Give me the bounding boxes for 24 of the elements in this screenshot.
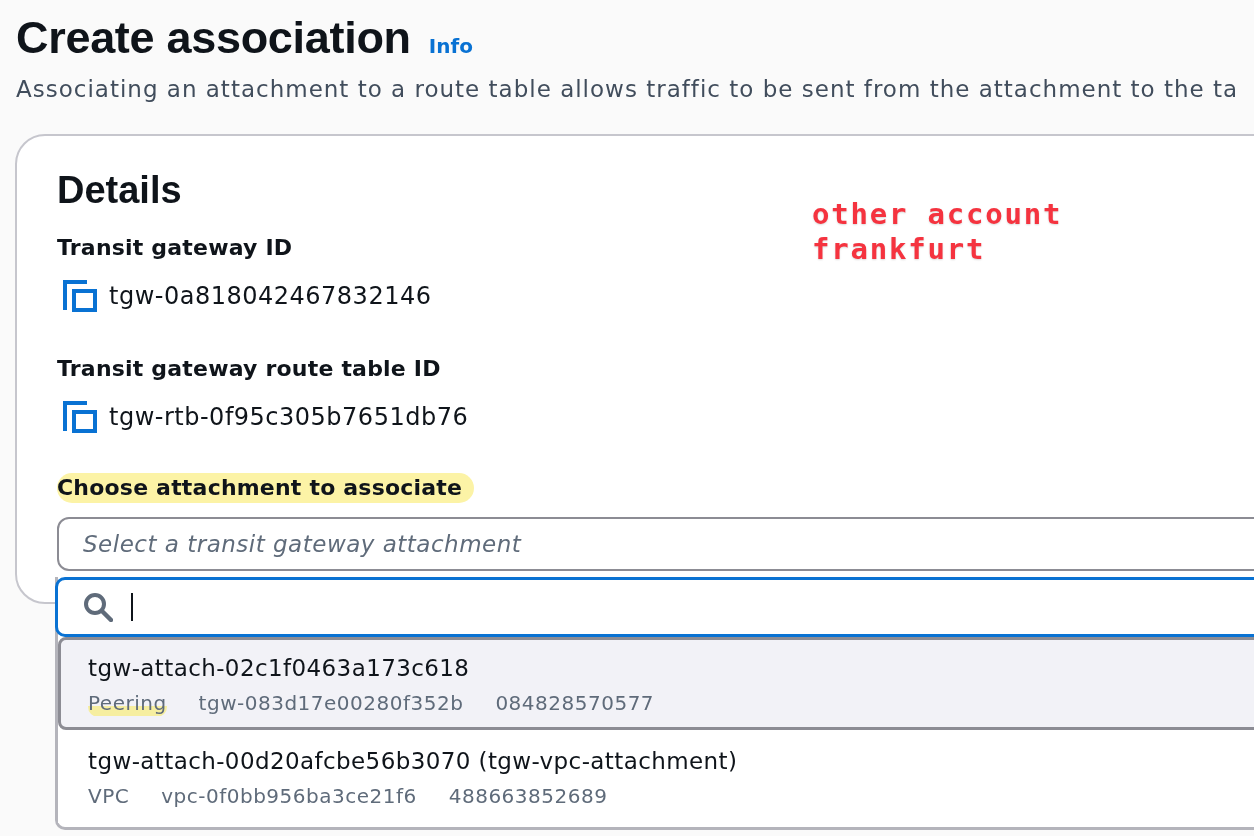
option-detail: 084828570577 bbox=[495, 690, 655, 717]
field-label: Choose attachment to associate bbox=[57, 473, 475, 503]
info-link[interactable]: Info bbox=[428, 34, 473, 58]
option-detail: VPC bbox=[88, 783, 130, 810]
select-field[interactable]: Select a transit gateway attachment bbox=[57, 517, 1254, 571]
field-value: tgw-rtb-0f95c305b7651db76 bbox=[109, 402, 469, 432]
field-label: Transit gateway ID bbox=[57, 234, 293, 262]
field-value: tgw-0a818042467832146 bbox=[109, 281, 432, 311]
search-field[interactable] bbox=[55, 577, 1254, 637]
search-icon bbox=[83, 592, 113, 622]
text-cursor-icon bbox=[131, 593, 133, 621]
option-title: tgw-attach-00d20afcbe56b3070 (tgw-vpc-attachment) bbox=[88, 747, 738, 776]
copy-icon[interactable] bbox=[63, 401, 97, 433]
option-title: tgw-attach-02c1f0463a173c618 bbox=[88, 654, 470, 683]
copy-icon[interactable] bbox=[63, 280, 97, 312]
option-detail: vpc-0f0bb956ba3ce21f6 bbox=[161, 783, 417, 810]
field-label: Transit gateway route table ID bbox=[57, 355, 441, 383]
option-detail: tgw-083d17e00280f352b bbox=[198, 690, 464, 717]
section-heading: Details bbox=[57, 168, 182, 212]
page-description: Associating an attachment to a route table allows traffic to be sent from the attachment to the ta bbox=[16, 75, 1239, 104]
option-detail: 488663852689 bbox=[448, 783, 608, 810]
page-title: Create association bbox=[16, 12, 411, 64]
annotation-text: frankfurt bbox=[812, 232, 986, 267]
annotation-text: other account bbox=[812, 197, 1063, 232]
